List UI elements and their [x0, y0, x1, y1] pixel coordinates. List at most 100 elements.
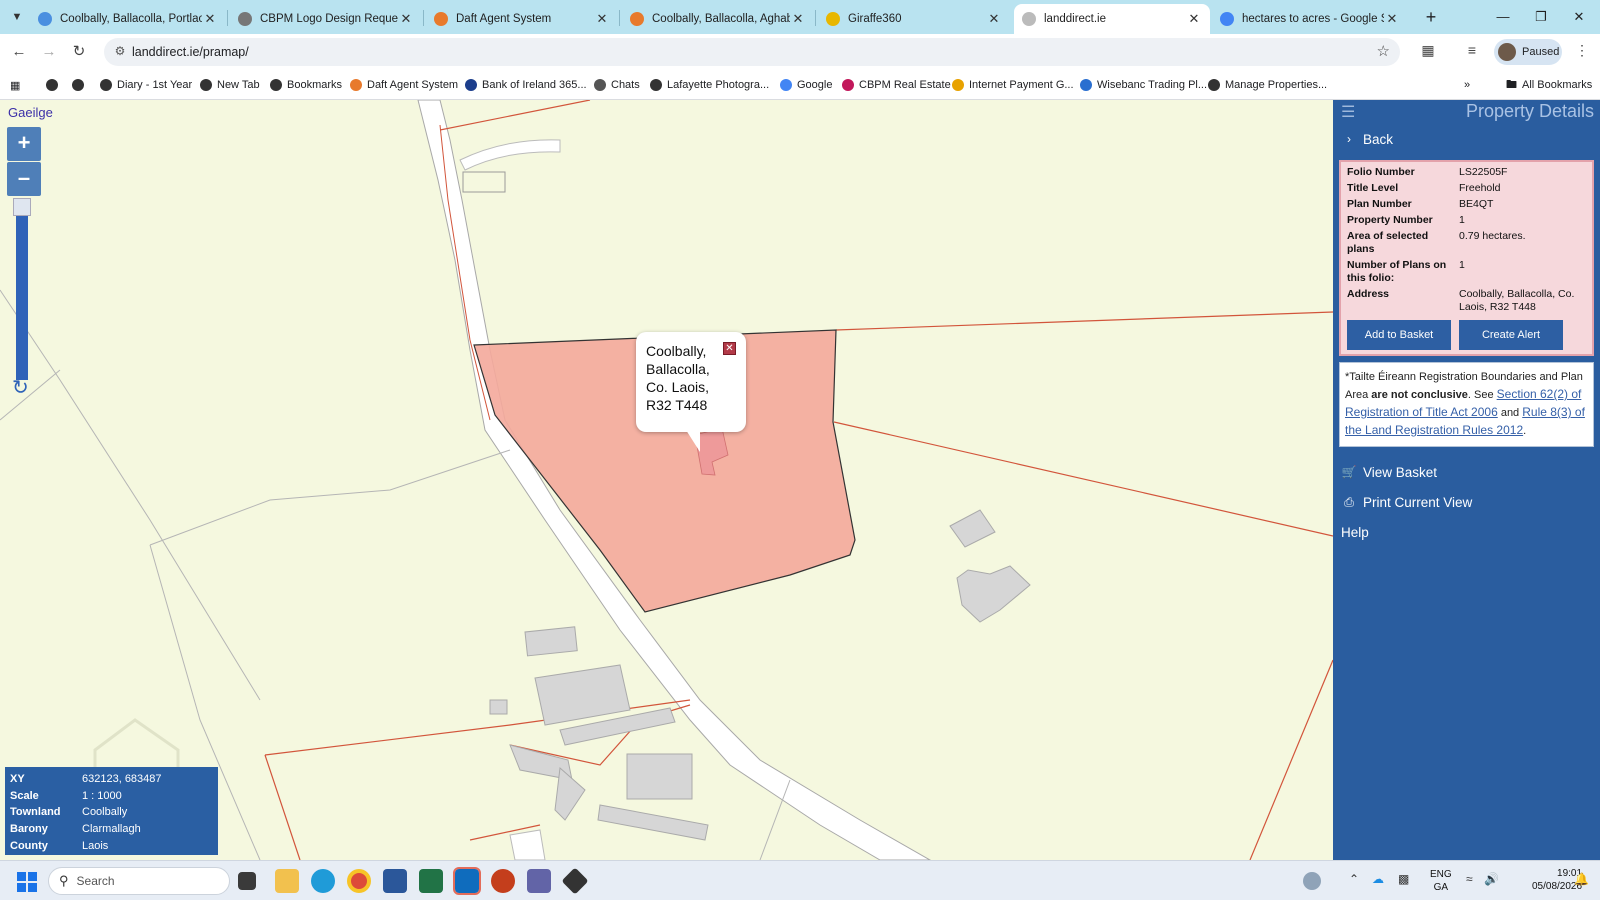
tab-close-icon[interactable]: ✕ [398, 11, 414, 27]
language-indicator[interactable]: ENG GA [1430, 868, 1452, 894]
extensions-icon[interactable]: ▦ [1418, 42, 1438, 62]
task-view-icon[interactable] [238, 872, 256, 890]
bookmark-item[interactable]: Daft Agent System [350, 76, 458, 94]
bookmark-item[interactable]: Google [780, 76, 832, 94]
print-view-link[interactable]: ⎙ Print Current View [1333, 487, 1600, 517]
view-basket-link[interactable]: 🛒 View Basket [1333, 457, 1600, 487]
taskbar-search-box[interactable]: ⚲ Search [48, 867, 230, 895]
reload-icon[interactable]: ↻ [68, 41, 90, 63]
tab-search-icon[interactable]: ▼ [6, 6, 28, 28]
zoom-in-button[interactable]: + [7, 127, 41, 161]
field-line [0, 369, 61, 421]
refresh-icon[interactable]: ↻ [12, 375, 29, 400]
notification-icon[interactable]: 🔔 [1574, 872, 1589, 886]
bookmark-item[interactable]: Bookmarks [270, 76, 342, 94]
outlook-icon[interactable] [453, 867, 481, 895]
tab-close-icon[interactable]: ✕ [1384, 11, 1400, 27]
more-bookmarks-icon[interactable]: » [1464, 76, 1470, 94]
chrome-icon[interactable] [347, 869, 371, 893]
file-explorer-icon[interactable] [275, 869, 299, 893]
forward-arrow-icon[interactable]: → [38, 41, 60, 63]
windows-start-icon[interactable] [17, 872, 37, 892]
site-info-icon[interactable]: ⚙ [112, 44, 128, 60]
all-bookmarks-button[interactable]: 🖿 All Bookmarks [1506, 76, 1592, 94]
browser-tab[interactable]: Coolbally, Ballacolla, Aghaboe✕ [622, 4, 814, 34]
bookmark-item[interactable]: Lafayette Photogra... [650, 76, 769, 94]
onedrive-icon[interactable]: ☁ [1372, 872, 1384, 886]
zoom-slider-handle[interactable] [13, 198, 31, 216]
detail-row: Plan Number BE4QT [1347, 198, 1586, 211]
tab-close-icon[interactable]: ✕ [986, 11, 1002, 27]
language-link[interactable]: Gaeilge [8, 105, 53, 120]
info-key: Scale [10, 789, 39, 802]
close-window-icon[interactable]: ✕ [1560, 0, 1598, 34]
tab-close-icon[interactable]: ✕ [1186, 11, 1202, 27]
omnibox[interactable]: ⚙ landdirect.ie/pramap/ ☆ [104, 38, 1400, 66]
excel-icon[interactable] [419, 869, 443, 893]
tray-app-icon[interactable]: ▩ [1398, 872, 1409, 886]
browser-tab[interactable]: Daft Agent System ✕ [426, 4, 618, 34]
browser-tab[interactable]: Giraffe360 ✕ [818, 4, 1010, 34]
tab-separator [423, 10, 424, 26]
popup-line: R32 T448 [646, 397, 708, 413]
wifi-icon[interactable]: ≈ [1466, 872, 1473, 886]
bookmark-label: Lafayette Photogra... [667, 79, 770, 91]
apps-grid-icon[interactable]: ▦ [10, 76, 20, 94]
media-controls-icon[interactable]: ≡ [1462, 42, 1482, 62]
help-link[interactable]: Help [1333, 517, 1600, 547]
tab-favicon-icon [434, 12, 448, 26]
tab-title: CBPM Logo Design Request [260, 13, 398, 25]
hamburger-menu-icon[interactable]: ☰ [1341, 102, 1355, 122]
back-arrow-icon[interactable]: ← [8, 41, 30, 63]
popup-close-icon[interactable]: ✕ [723, 342, 736, 355]
zoom-out-button[interactable]: – [7, 162, 41, 196]
tab-close-icon[interactable]: ✕ [594, 11, 610, 27]
bookmark-item[interactable] [72, 76, 89, 94]
building [509, 829, 546, 860]
map-canvas[interactable]: Gaeilge + – ↻ Coolbally, Ballacolla, Co.… [0, 100, 1333, 860]
bookmark-item[interactable]: Chats [594, 76, 640, 94]
powerpoint-icon[interactable] [491, 869, 515, 893]
bookmark-item[interactable]: Bank of Ireland 365... [465, 76, 587, 94]
bookmark-label: New Tab [217, 79, 260, 91]
profile-button[interactable]: Paused [1494, 39, 1562, 65]
detail-value: 1 [1459, 259, 1465, 271]
bookmark-star-icon[interactable]: ☆ [1377, 42, 1390, 60]
browser-tab[interactable]: landdirect.ie ✕ [1014, 4, 1210, 34]
weather-icon[interactable] [1303, 872, 1321, 890]
create-alert-button[interactable]: Create Alert [1459, 320, 1563, 350]
bookmark-label: Chats [611, 79, 640, 91]
browser-tab[interactable]: hectares to acres - Google Sear✕ [1212, 4, 1408, 34]
info-key: Barony [10, 823, 48, 836]
browser-tab[interactable]: Coolbally, Ballacolla, Portlaoise✕ [30, 4, 226, 34]
add-to-basket-button[interactable]: Add to Basket [1347, 320, 1451, 350]
app-icon[interactable] [561, 867, 589, 895]
tab-close-icon[interactable]: ✕ [202, 11, 218, 27]
bookmark-item[interactable]: New Tab [200, 76, 260, 94]
field-line [149, 449, 511, 546]
restore-icon[interactable]: ❐ [1522, 0, 1560, 34]
bookmark-item[interactable]: Wisebanc Trading Pl... [1080, 76, 1207, 94]
boundary-line [264, 754, 301, 860]
tab-favicon-icon [238, 12, 252, 26]
zoom-slider[interactable] [16, 200, 28, 380]
bookmark-item[interactable]: Manage Properties... [1208, 76, 1327, 94]
detail-key: Property Number [1347, 214, 1433, 226]
word-icon[interactable] [383, 869, 407, 893]
more-menu-icon[interactable]: ⋮ [1572, 42, 1592, 62]
bookmark-item[interactable]: Internet Payment G... [952, 76, 1074, 94]
edge-icon[interactable] [311, 869, 335, 893]
volume-icon[interactable]: 🔊 [1484, 872, 1499, 886]
bookmark-item[interactable]: Diary - 1st Year [100, 76, 192, 94]
minimize-icon[interactable]: — [1484, 0, 1522, 34]
back-link[interactable]: › Back [1333, 124, 1600, 154]
tab-close-icon[interactable]: ✕ [790, 11, 806, 27]
bookmark-item[interactable]: CBPM Real Estate [842, 76, 951, 94]
chevron-up-icon[interactable]: ⌃ [1349, 872, 1359, 886]
bookmark-item[interactable] [46, 76, 63, 94]
url-text[interactable]: landdirect.ie/pramap/ [132, 45, 249, 59]
browser-tab[interactable]: CBPM Logo Design Request ✕ [230, 4, 422, 34]
new-tab-button[interactable]: + [1420, 6, 1442, 28]
teams-icon[interactable] [527, 869, 551, 893]
panel-header: ☰ Property Details [1333, 100, 1600, 124]
